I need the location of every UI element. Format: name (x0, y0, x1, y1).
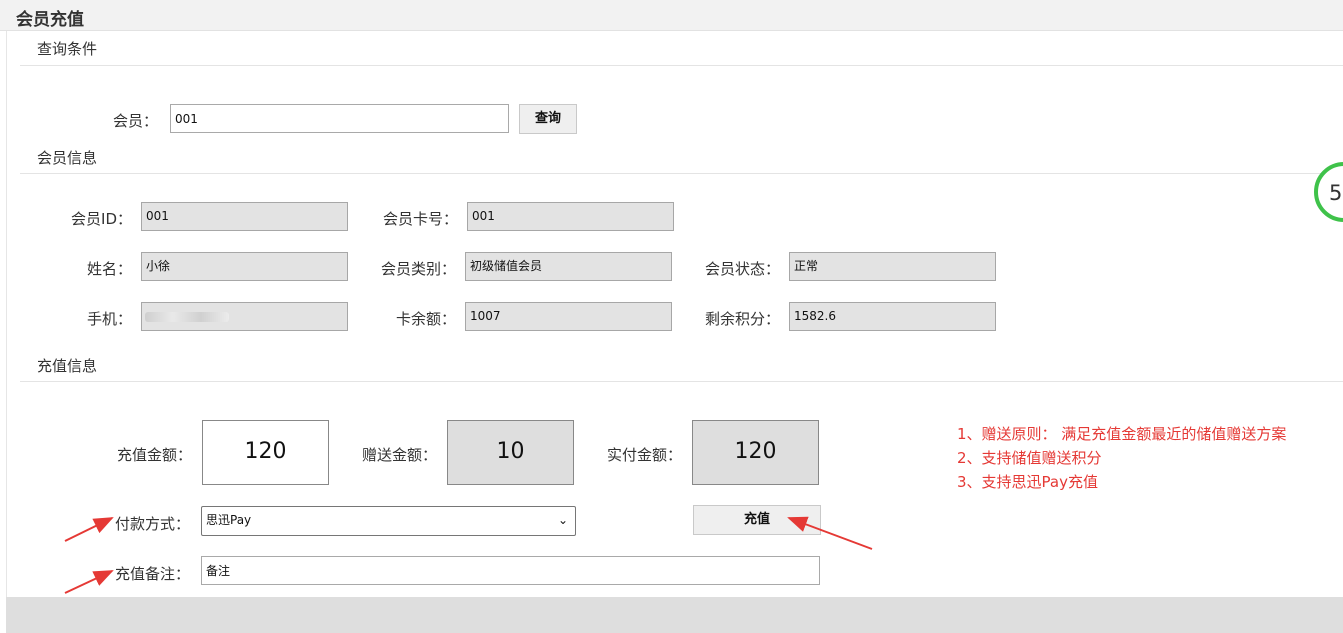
arrow-to-payment (64, 517, 114, 542)
footer-band (6, 597, 1343, 633)
arrow-to-recharge-button (787, 516, 873, 550)
arrow-to-remark (64, 570, 114, 594)
annotation-arrows (64, 516, 873, 594)
